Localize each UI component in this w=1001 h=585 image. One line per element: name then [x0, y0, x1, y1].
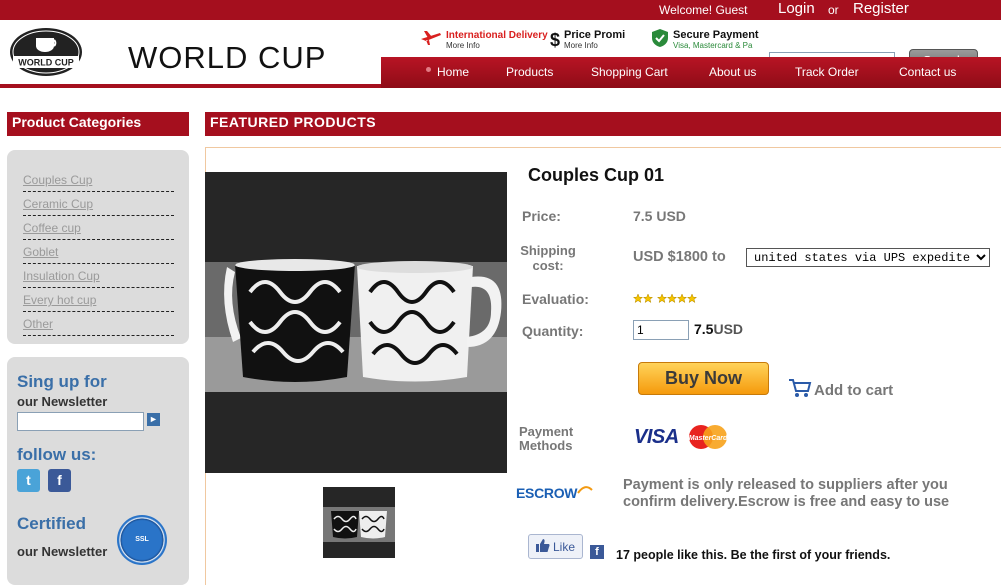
featured-products-title: FEATURED PRODUCTS	[205, 112, 1001, 136]
welcome-text: Welcome! Guest	[659, 3, 748, 17]
add-to-cart-link[interactable]: Add to cart	[788, 378, 893, 402]
international-delivery-badge[interactable]: International Delivery More Info	[420, 27, 548, 53]
buy-now-button[interactable]: Buy Now	[638, 362, 769, 395]
product-thumbnail[interactable]	[323, 487, 395, 558]
category-ceramic-cup[interactable]: Ceramic Cup	[23, 192, 174, 216]
quantity-total: 7.5USD	[694, 321, 743, 337]
payment-label-line1: Payment	[519, 424, 574, 439]
airplane-icon	[420, 29, 442, 52]
price-promise-badge[interactable]: $ Price Promi More Info	[550, 27, 625, 53]
category-goblet[interactable]: Goblet	[23, 240, 174, 264]
newsletter-box: Sing up for our Newsletter ► follow us: …	[7, 357, 189, 585]
visa-logo: VISA	[634, 426, 679, 448]
ssl-certified-seal-icon: SSL	[117, 515, 167, 565]
payment-label-line2: Methods	[519, 438, 573, 453]
quantity-input[interactable]	[633, 320, 689, 340]
category-other[interactable]: Other	[23, 312, 174, 336]
evaluation-label: Evaluatio:	[522, 291, 589, 307]
quantity-total-unit: USD	[713, 321, 744, 337]
product-name: Couples Cup 01	[528, 165, 665, 185]
nav-bullet-icon	[426, 67, 431, 72]
shipping-label-line1: Shipping	[520, 243, 576, 258]
newsletter-email-input[interactable]	[17, 412, 144, 431]
shipping-cost-label: Shipping cost:	[519, 243, 577, 273]
category-couples-cup[interactable]: Couples Cup	[23, 168, 174, 192]
register-link[interactable]: Register	[853, 0, 909, 17]
newsletter-submit-arrow-icon[interactable]: ►	[147, 413, 160, 426]
shopping-cart-icon	[788, 378, 812, 402]
nav-track-order[interactable]: Track Order	[795, 65, 859, 79]
logo-text: WORLD CUP	[18, 58, 74, 68]
shipping-cost-value: USD $1800 to	[633, 249, 726, 265]
newsletter-heading: Sing up for	[17, 372, 107, 391]
category-insulation-cup[interactable]: Insulation Cup	[23, 264, 174, 288]
like-button-label: Like	[552, 539, 575, 554]
nav-about-us[interactable]: About us	[709, 65, 756, 79]
product-categories-title: Product Categories	[7, 112, 189, 136]
price-label: Price:	[522, 208, 561, 224]
price-promise-label: Price Promi	[564, 29, 626, 41]
escrow-logo-text: ESCROW	[516, 485, 578, 501]
shipping-label-line2: cost:	[532, 258, 564, 273]
or-text: or	[828, 3, 839, 17]
certified-subheading: our Newsletter	[17, 544, 108, 559]
site-logo[interactable]: WORLD CUP	[8, 26, 84, 78]
brand-name: WORLD CUP	[128, 40, 327, 75]
escrow-description: Payment is only released to suppliers af…	[623, 477, 950, 510]
thumbs-up-icon	[535, 538, 550, 555]
mastercard-logo: MasterCard	[686, 424, 730, 450]
add-to-cart-label: Add to cart	[814, 381, 894, 399]
nav-home[interactable]: Home	[437, 65, 469, 79]
certified-heading: Certified	[17, 514, 86, 533]
category-list: Couples Cup Ceramic Cup Coffee cup Goble…	[7, 150, 189, 344]
quantity-label: Quantity:	[522, 323, 584, 339]
international-delivery-label: International Delivery	[446, 30, 548, 41]
secure-payment-label: Secure Payment	[673, 29, 759, 41]
category-coffee-cup[interactable]: Coffee cup	[23, 216, 174, 240]
quantity-total-number: 7.5	[694, 321, 714, 337]
top-bar: Welcome! Guest Login or Register	[0, 0, 1001, 20]
header-divider	[0, 84, 381, 88]
international-delivery-more: More Info	[446, 41, 480, 50]
newsletter-subheading: our Newsletter	[17, 394, 108, 409]
rating-stars	[632, 292, 698, 310]
facebook-like-button[interactable]: Like	[528, 534, 583, 559]
dollar-icon: $	[550, 29, 561, 50]
price-value: 7.5 USD	[633, 208, 686, 224]
twitter-icon[interactable]: t	[17, 469, 40, 492]
nav-products[interactable]: Products	[506, 65, 553, 79]
like-count-text: 17 people like this. Be the first of you…	[616, 548, 891, 562]
main-nav: Home Products Shopping Cart About us Tra…	[381, 57, 1001, 88]
shield-check-icon	[651, 28, 669, 53]
mastercard-text: MasterCard	[689, 435, 728, 442]
follow-us-heading: follow us:	[17, 445, 97, 464]
facebook-icon[interactable]: f	[48, 469, 71, 492]
product-main-image[interactable]	[205, 172, 507, 473]
escrow-logo: ESCROW	[516, 485, 593, 501]
nav-shopping-cart[interactable]: Shopping Cart	[591, 65, 668, 79]
payment-methods-label: Payment Methods	[519, 425, 573, 453]
price-promise-more: More Info	[564, 41, 598, 50]
category-every-hot-cup[interactable]: Every hot cup	[23, 288, 174, 312]
secure-payment-methods: Visa, Mastercard & Pa	[673, 41, 753, 50]
login-link[interactable]: Login	[778, 0, 815, 17]
nav-contact-us[interactable]: Contact us	[899, 65, 956, 79]
facebook-small-icon: f	[590, 545, 604, 559]
shipping-method-select[interactable]: united states via UPS expedited	[746, 248, 990, 267]
secure-payment-badge[interactable]: Secure Payment Visa, Mastercard & Pa	[651, 27, 759, 53]
